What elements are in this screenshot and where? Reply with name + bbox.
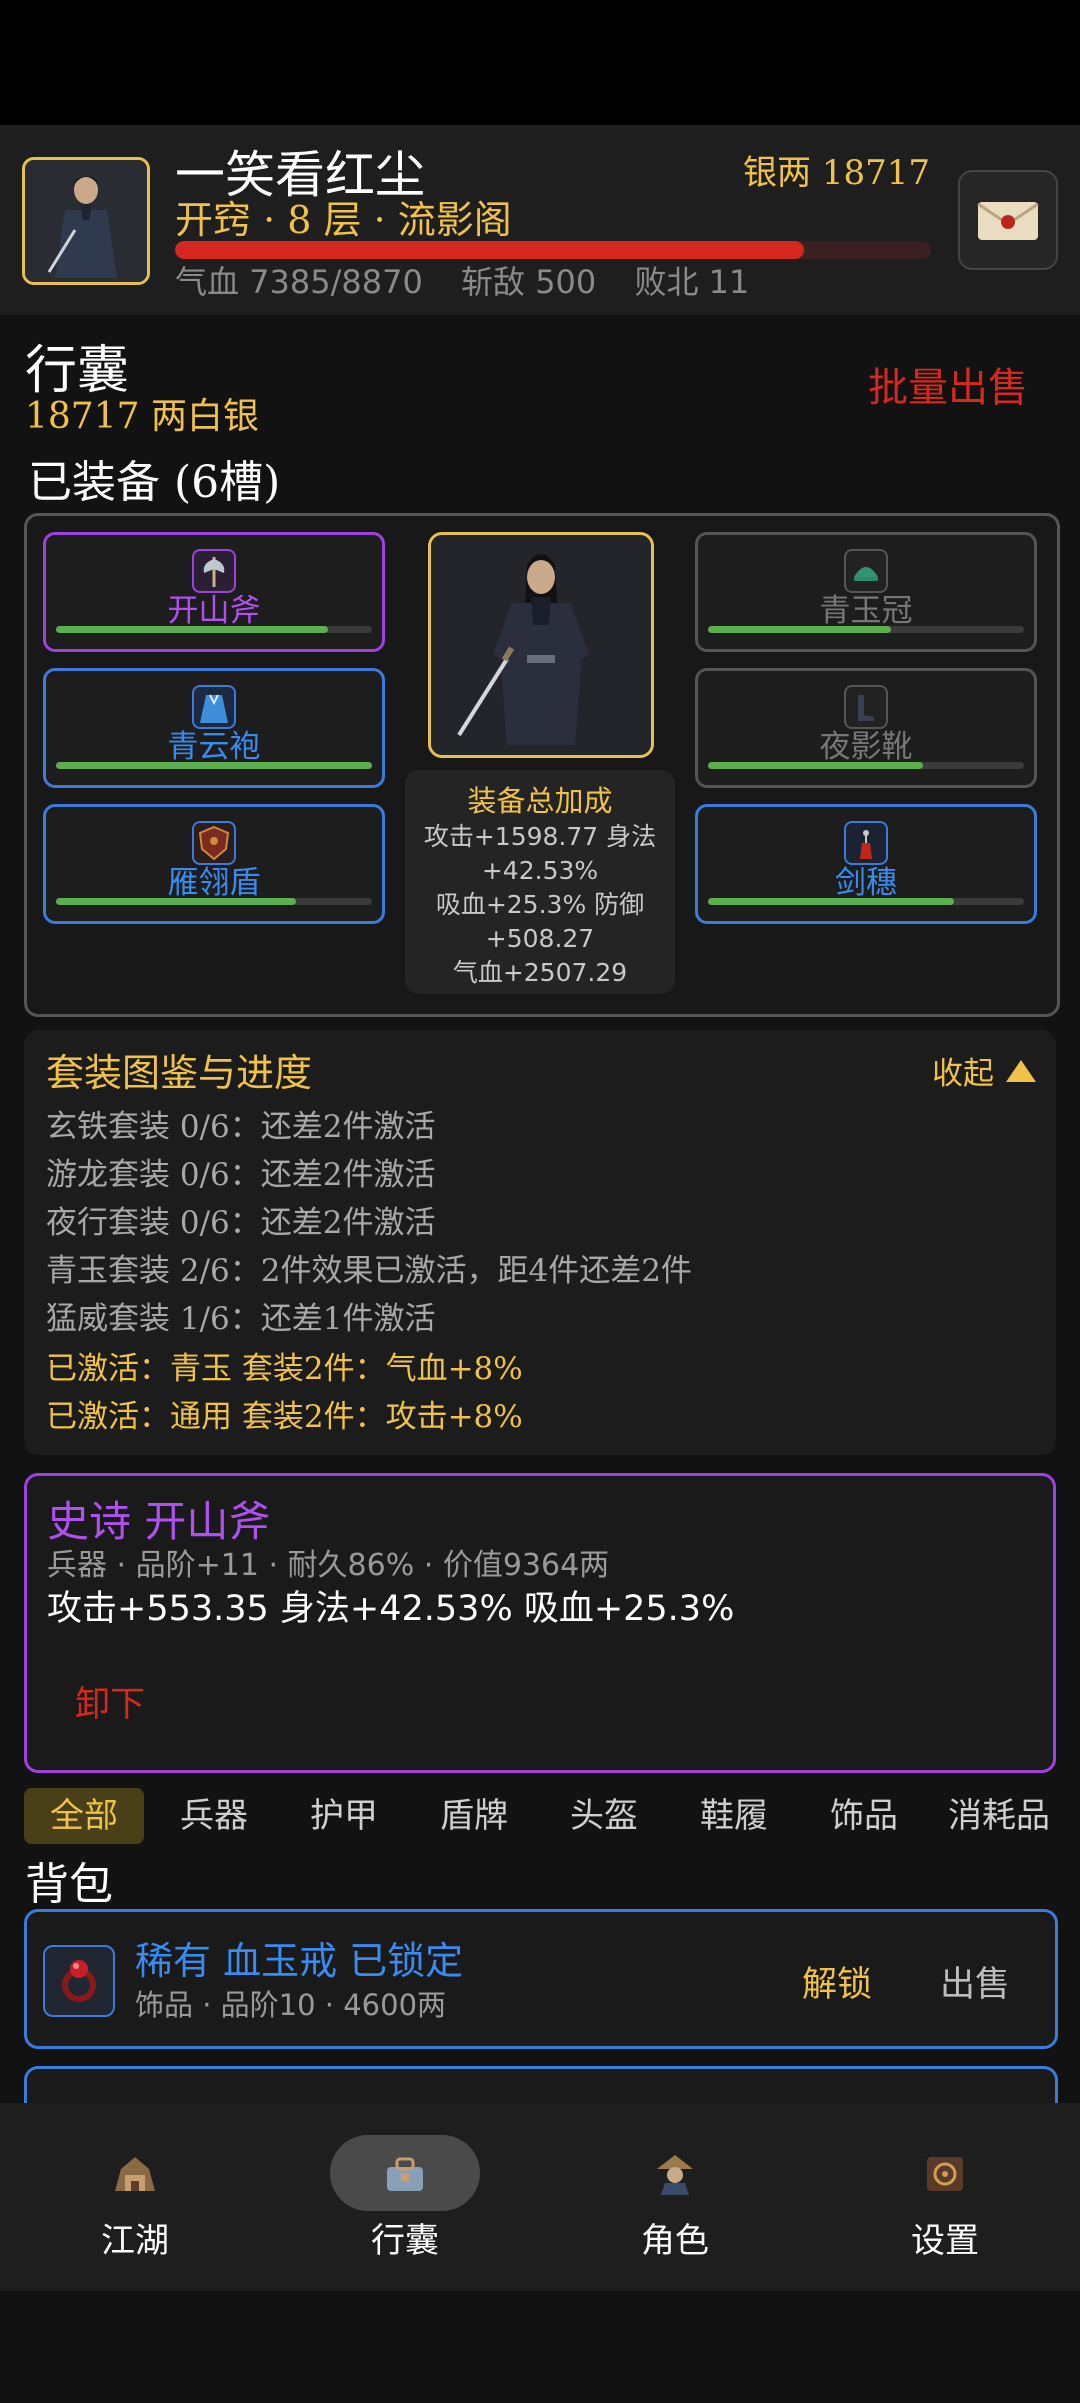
durability-bar: [708, 762, 1024, 769]
slot-label: 雁翎盾: [167, 865, 261, 901]
player-stats: 气血 7385/8870 斩敌 500 败北 11: [175, 257, 777, 303]
item-name: 稀有 血玉戒 已锁定: [135, 1939, 464, 1983]
tab-shields[interactable]: 盾牌: [414, 1788, 534, 1844]
durability-bar: [56, 898, 372, 905]
suit-title: 套装图鉴与进度: [46, 1051, 313, 1095]
ring-icon: [43, 1945, 115, 2017]
nav-label: 角色: [641, 2221, 709, 2261]
tab-armor[interactable]: 护甲: [284, 1788, 404, 1844]
bag-silver: 18717 两白银: [25, 396, 259, 437]
slot-armor[interactable]: 青云袍: [43, 668, 385, 788]
category-tabs: 全部 兵器 护甲 盾牌 头盔 鞋履 饰品 消耗品: [24, 1788, 1064, 1844]
durability-fill: [56, 626, 328, 633]
durability-bar: [708, 898, 1024, 905]
durability-fill: [56, 898, 297, 905]
tab-all[interactable]: 全部: [24, 1788, 144, 1844]
jianghu-icon: [115, 2157, 155, 2191]
nav-highlight: [60, 2135, 210, 2211]
stat-defeats: 败北 11: [634, 263, 750, 301]
bonus-line: 攻击+1598.77 身法: [423, 822, 657, 851]
suit-progress-line: 夜行套装 0/6：还差2件激活: [46, 1205, 436, 1241]
nav-character[interactable]: 角色: [540, 2103, 810, 2291]
slot-label: 青玉冠: [819, 593, 913, 629]
mail-button[interactable]: [958, 170, 1058, 270]
tab-accessories[interactable]: 饰品: [804, 1788, 924, 1844]
batch-sell-button[interactable]: 批量出售: [868, 355, 1028, 413]
nav-jianghu[interactable]: 江湖: [0, 2103, 270, 2291]
suit-active-line: 已激活：通用 套装2件：攻击+8%: [46, 1399, 523, 1435]
durability-fill: [708, 898, 955, 905]
character-portrait: [428, 532, 654, 758]
tab-boots[interactable]: 鞋履: [674, 1788, 794, 1844]
durability-fill: [708, 626, 892, 633]
equipped-title: 已装备 (6槽): [28, 457, 281, 508]
nav-bag[interactable]: 行囊: [270, 2103, 540, 2291]
tab-weapons[interactable]: 兵器: [154, 1788, 274, 1844]
unlock-button[interactable]: 解锁: [802, 1956, 872, 2007]
durability-fill: [708, 762, 923, 769]
stat-kills: 斩敌 500: [461, 263, 597, 301]
settings-icon: [927, 2157, 963, 2191]
suit-progress-line: 游龙套装 0/6：还差2件激活: [46, 1157, 436, 1193]
system-gesture-area: [0, 2291, 1080, 2403]
suit-progress-line: 猛威套装 1/6：还差1件激活: [46, 1301, 436, 1337]
slot-shield[interactable]: 雁翎盾: [43, 804, 385, 924]
stat-hp: 气血 7385/8870: [175, 263, 423, 301]
nav-label: 设置: [911, 2221, 979, 2261]
nav-label: 行囊: [371, 2221, 439, 2261]
bonus-line: 吸血+25.3% 防御: [435, 890, 645, 919]
item-meta: 兵器 · 品阶+11 · 耐久86% · 价值9364两: [47, 1548, 610, 1583]
suit-progress-line: 玄铁套装 0/6：还差2件激活: [46, 1109, 436, 1145]
tab-helmets[interactable]: 头盔: [544, 1788, 664, 1844]
status-bar-area: [0, 0, 1080, 125]
bonus-line: +508.27: [485, 924, 595, 953]
durability-fill: [56, 762, 372, 769]
collapse-button[interactable]: 收起: [932, 1048, 1036, 1093]
triangle-up-icon: [1006, 1060, 1036, 1082]
equipment-panel: 开山斧 青云袍 雁翎盾 装备总加成 攻击+1598.77 身法 +42.53% …: [24, 513, 1060, 1017]
nav-settings[interactable]: 设置: [810, 2103, 1080, 2291]
nav-highlight: [600, 2135, 750, 2211]
durability-bar: [56, 762, 372, 769]
nav-highlight: [870, 2135, 1020, 2211]
tab-consumables[interactable]: 消耗品: [934, 1788, 1064, 1844]
item-stats: 攻击+553.35 身法+42.53% 吸血+25.3%: [47, 1589, 735, 1629]
player-avatar[interactable]: [22, 157, 150, 285]
slot-accessory[interactable]: 剑穗: [695, 804, 1037, 924]
slot-weapon[interactable]: 开山斧: [43, 532, 385, 652]
slot-boots[interactable]: 夜影靴: [695, 668, 1037, 788]
slot-label: 青云袍: [167, 729, 261, 765]
player-header: 一笑看红尘 银两 18717 开窍 · 8 层 · 流影阁 气血 7385/88…: [0, 125, 1080, 315]
durability-bar: [708, 626, 1024, 633]
bonus-line: +42.53%: [481, 856, 599, 885]
backpack-item[interactable]: 稀有 血玉戒 已锁定 饰品 · 品阶10 · 4600两 解锁 出售: [24, 1909, 1058, 2049]
bottom-navigation: 江湖 行囊 角色 设置: [0, 2103, 1080, 2291]
equipment-bonus-card: 装备总加成 攻击+1598.77 身法 +42.53% 吸血+25.3% 防御 …: [405, 770, 675, 994]
slot-label: 夜影靴: [819, 729, 913, 765]
item-meta: 饰品 · 品阶10 · 4600两: [135, 1988, 447, 2022]
player-rank: 开窍 · 8 层 · 流影阁: [175, 198, 512, 242]
slot-label: 开山斧: [167, 593, 261, 629]
character-icon: [657, 2155, 693, 2195]
slot-label: 剑穗: [835, 865, 897, 901]
bonus-line: 气血+2507.29: [452, 958, 628, 987]
backpack-title: 背包: [25, 1859, 113, 1910]
bonus-title: 装备总加成: [467, 784, 613, 818]
collapse-label: 收起: [932, 1056, 994, 1092]
nav-label: 江湖: [101, 2221, 169, 2261]
slot-helmet[interactable]: 青玉冠: [695, 532, 1037, 652]
suit-active-line: 已激活：青玉 套装2件：气血+8%: [46, 1351, 523, 1387]
bag-icon: [387, 2157, 423, 2191]
suit-collection-panel: 套装图鉴与进度 收起 玄铁套装 0/6：还差2件激活 游龙套装 0/6：还差2件…: [24, 1030, 1056, 1455]
durability-bar: [56, 626, 372, 633]
sell-button[interactable]: 出售: [940, 1956, 1010, 2007]
silver-amount: 银两 18717: [743, 153, 930, 193]
envelope-icon: [977, 202, 1039, 240]
nav-highlight: [330, 2135, 480, 2211]
item-detail-card: 史诗 开山斧 兵器 · 品阶+11 · 耐久86% · 价值9364两 攻击+5…: [24, 1473, 1056, 1773]
suit-progress-line: 青玉套装 2/6：2件效果已激活，距4件还差2件: [46, 1253, 692, 1289]
unequip-button[interactable]: 卸下: [75, 1676, 145, 1727]
